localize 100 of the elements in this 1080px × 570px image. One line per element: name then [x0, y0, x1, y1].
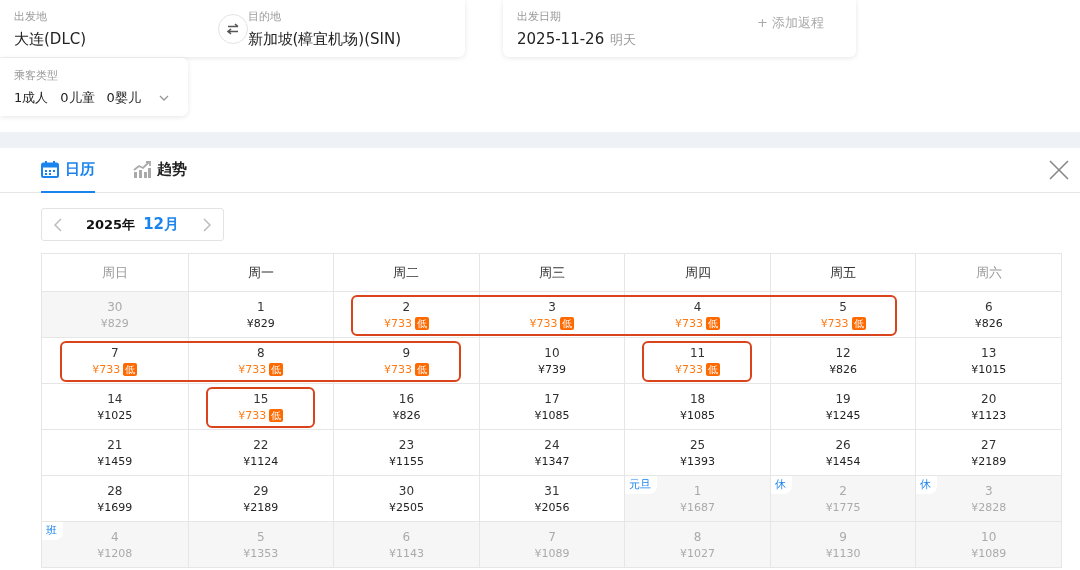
date-field[interactable]: 2025-11-26 — [517, 29, 605, 48]
holiday-tag: 休 — [916, 476, 938, 494]
day-number: 16 — [398, 391, 415, 406]
day-number: 4 — [693, 299, 702, 314]
day-number: 9 — [402, 345, 411, 360]
day-number: 11 — [689, 345, 706, 360]
low-price-badge: 低 — [123, 362, 138, 376]
low-price-badge: 低 — [269, 408, 284, 422]
price: ¥826 — [829, 362, 858, 376]
price: ¥1124 — [243, 454, 279, 468]
day-number: 19 — [835, 391, 851, 406]
day-number: 9 — [839, 529, 847, 544]
day-number: 29 — [253, 483, 269, 498]
day-number: 20 — [981, 391, 997, 406]
day-cell[interactable]: 休 3 ¥2828 — [915, 476, 1061, 521]
price: ¥733 — [675, 362, 704, 376]
day-cell[interactable]: 元旦 1 ¥1687 — [624, 476, 770, 521]
swap-button[interactable] — [217, 13, 248, 44]
weekday-header: 周四 — [624, 254, 770, 291]
year-label: 2025年 — [85, 216, 136, 234]
price: ¥829 — [246, 316, 275, 330]
low-price-badge: 低 — [414, 362, 429, 376]
weekday-header: 周日 — [100, 263, 129, 282]
field-label: 出发地 — [14, 8, 48, 24]
day-number: 22 — [253, 437, 269, 452]
price: ¥1085 — [680, 408, 716, 422]
holiday-tag: 元旦 — [625, 476, 658, 494]
weekday-header: 周一 — [187, 254, 334, 291]
day-cell[interactable]: 休 2 ¥1775 — [769, 476, 916, 521]
date-note: 明天 — [610, 30, 637, 49]
day-number: 26 — [835, 437, 851, 452]
day-number: 8 — [693, 529, 702, 544]
price: ¥1143 — [388, 546, 424, 560]
passenger-select[interactable]: 1成人 0儿童 0婴儿 — [14, 88, 174, 107]
price: ¥739 — [538, 362, 566, 376]
price: ¥1130 — [825, 546, 861, 560]
day-number: 17 — [544, 391, 560, 406]
destination-field[interactable]: 新加坡(樟宜机场)(SIN) — [247, 29, 451, 49]
price: ¥2189 — [971, 454, 1007, 468]
day-number: 27 — [981, 437, 997, 452]
holiday-tag: 休 — [770, 476, 792, 494]
weekday-header: 周三 — [478, 254, 625, 291]
price: ¥733 — [529, 316, 558, 330]
low-price-badge: 低 — [851, 316, 866, 330]
price: ¥2505 — [388, 500, 424, 514]
holiday-tag: 班 — [42, 522, 63, 540]
chevron-right-icon[interactable] — [203, 217, 211, 232]
chevron-down-icon — [158, 94, 169, 101]
price: ¥2189 — [243, 500, 279, 514]
day-number: 25 — [689, 437, 706, 452]
day-number: 8 — [257, 345, 265, 360]
price: ¥2828 — [971, 500, 1007, 514]
low-price-badge: 低 — [414, 316, 429, 330]
weekday-header: 周六 — [915, 254, 1061, 291]
day-number: 13 — [981, 345, 997, 360]
price: ¥1123 — [971, 408, 1007, 422]
tab[interactable]: 趋势 — [133, 148, 187, 193]
tab[interactable]: 日历 — [41, 148, 95, 193]
calendar-icon — [41, 161, 59, 178]
low-price-badge: 低 — [706, 316, 721, 330]
price: ¥733 — [92, 362, 121, 376]
day-number: 10 — [544, 345, 560, 360]
day-number: 24 — [544, 437, 560, 452]
day-cell[interactable]: 班 4 ¥1208 — [42, 522, 188, 567]
chart-icon — [133, 161, 151, 178]
day-number: 4 — [110, 529, 119, 544]
price: ¥1015 — [971, 362, 1007, 376]
chevron-left-icon[interactable] — [54, 217, 62, 232]
price: ¥1775 — [825, 500, 861, 514]
low-price-badge: 低 — [706, 362, 721, 376]
price: ¥1089 — [534, 546, 570, 560]
price: ¥733 — [675, 316, 704, 330]
day-number: 14 — [107, 391, 123, 406]
day-number: 3 — [548, 299, 556, 314]
price: ¥826 — [974, 316, 1003, 330]
price: ¥1699 — [97, 500, 133, 514]
day-number: 7 — [110, 345, 119, 360]
price: ¥1085 — [534, 408, 570, 422]
swap-icon — [225, 22, 240, 35]
price: ¥1353 — [243, 546, 279, 560]
day-number: 21 — [107, 437, 123, 452]
day-number: 30 — [107, 299, 123, 314]
field-label: 乘客类型 — [14, 67, 59, 83]
price: ¥1027 — [680, 546, 716, 560]
price: ¥826 — [392, 408, 421, 422]
day-number: 2 — [402, 299, 411, 314]
field-label: 出发日期 — [517, 8, 562, 24]
close-icon[interactable] — [1048, 159, 1070, 181]
origin-field[interactable]: 大连(DLC) — [14, 29, 218, 49]
low-price-badge: 低 — [269, 362, 284, 376]
day-number: 31 — [544, 483, 560, 498]
day-number: 10 — [981, 529, 997, 544]
day-number: 12 — [835, 345, 851, 360]
day-number: 5 — [839, 299, 847, 314]
day-number: 1 — [257, 299, 265, 314]
weekday-header: 周五 — [769, 254, 916, 291]
price: ¥2056 — [534, 500, 570, 514]
day-number: 30 — [398, 483, 415, 498]
price: ¥733 — [238, 408, 267, 422]
month-label: 12月 — [143, 215, 180, 234]
